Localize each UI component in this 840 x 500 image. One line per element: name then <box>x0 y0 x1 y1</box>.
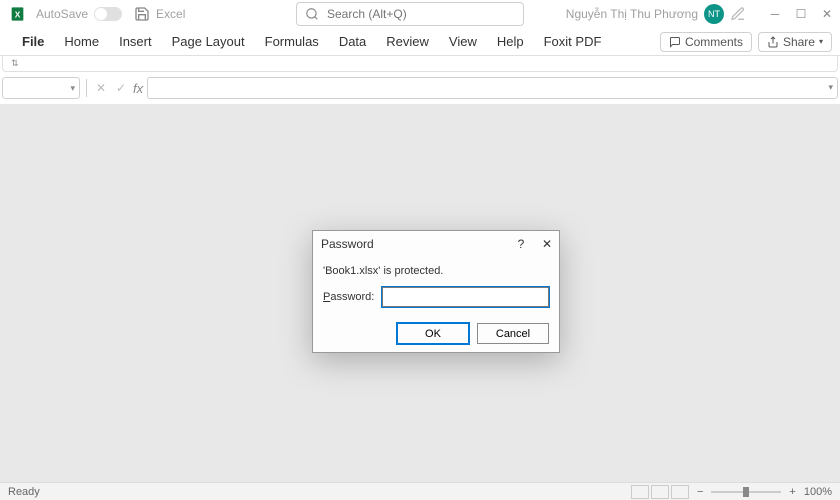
enter-formula-icon[interactable]: ✓ <box>113 80 129 96</box>
window-controls: ─ ☐ ✕ <box>762 0 840 28</box>
maximize-button[interactable]: ☐ <box>788 0 814 28</box>
formula-bar: ▾ ✕ ✓ fx ▾ <box>2 76 838 100</box>
titlebar: X AutoSave Excel Nguyễn Thị Thu Phương N… <box>0 0 840 28</box>
ribbon-collapse-bar[interactable]: ⇅ <box>2 56 838 72</box>
zoom-slider[interactable] <box>711 491 781 493</box>
zoom-out-button[interactable]: − <box>697 486 703 498</box>
password-label: Password: <box>323 291 374 303</box>
tab-file[interactable]: File <box>12 28 54 55</box>
app-name: Excel <box>156 7 185 21</box>
fx-label[interactable]: fx <box>133 81 143 96</box>
zoom-in-button[interactable]: + <box>789 486 795 498</box>
svg-text:X: X <box>15 9 21 19</box>
status-ready: Ready <box>8 486 40 498</box>
normal-view-button[interactable] <box>631 485 649 499</box>
view-buttons <box>631 485 689 499</box>
dialog-message: 'Book1.xlsx' is protected. <box>323 265 549 277</box>
user-name: Nguyễn Thị Thu Phương <box>566 7 698 21</box>
search-box[interactable] <box>296 2 524 26</box>
tab-page-layout[interactable]: Page Layout <box>162 28 255 55</box>
dialog-title: Password <box>321 237 374 251</box>
close-button[interactable]: ✕ <box>814 0 840 28</box>
autosave-label: AutoSave <box>36 7 88 21</box>
statusbar: Ready − + 100% <box>0 482 840 500</box>
close-icon[interactable]: ✕ <box>539 236 555 252</box>
tab-foxit-pdf[interactable]: Foxit PDF <box>534 28 612 55</box>
tab-view[interactable]: View <box>439 28 487 55</box>
pen-icon[interactable] <box>730 6 746 22</box>
help-button[interactable]: ? <box>513 236 529 252</box>
divider <box>86 79 87 97</box>
formula-input[interactable]: ▾ <box>147 77 838 99</box>
tab-home[interactable]: Home <box>54 28 109 55</box>
name-box[interactable]: ▾ <box>2 77 80 99</box>
chevron-down-icon: ▾ <box>819 37 823 46</box>
tab-review[interactable]: Review <box>376 28 439 55</box>
share-label: Share <box>783 35 815 49</box>
comments-label: Comments <box>685 35 743 49</box>
chevron-down-icon: ▾ <box>70 83 75 94</box>
comment-icon <box>669 36 681 48</box>
save-icon[interactable] <box>134 6 150 22</box>
password-dialog: Password ? ✕ 'Book1.xlsx' is protected. … <box>312 230 560 353</box>
search-input[interactable] <box>327 7 515 21</box>
cancel-formula-icon[interactable]: ✕ <box>93 80 109 96</box>
password-input[interactable] <box>382 287 549 307</box>
tab-formulas[interactable]: Formulas <box>255 28 329 55</box>
page-break-view-button[interactable] <box>671 485 689 499</box>
dialog-titlebar: Password ? ✕ <box>313 231 559 257</box>
user-area: Nguyễn Thị Thu Phương NT <box>566 0 750 28</box>
search-icon <box>305 7 319 21</box>
ribbon-tabs: File Home Insert Page Layout Formulas Da… <box>0 28 840 56</box>
tab-help[interactable]: Help <box>487 28 534 55</box>
comments-button[interactable]: Comments <box>660 32 752 52</box>
chevron-down-icon: ▾ <box>828 82 833 93</box>
tab-insert[interactable]: Insert <box>109 28 162 55</box>
minimize-button[interactable]: ─ <box>762 0 788 28</box>
zoom-level[interactable]: 100% <box>804 486 832 498</box>
avatar[interactable]: NT <box>704 4 724 24</box>
excel-logo-icon: X <box>10 4 30 24</box>
cancel-button[interactable]: Cancel <box>477 323 549 344</box>
autosave-toggle[interactable] <box>94 7 122 21</box>
share-icon <box>767 36 779 48</box>
page-layout-view-button[interactable] <box>651 485 669 499</box>
share-button[interactable]: Share ▾ <box>758 32 832 52</box>
tab-data[interactable]: Data <box>329 28 376 55</box>
expand-icon: ⇅ <box>11 58 19 69</box>
ok-button[interactable]: OK <box>397 323 469 344</box>
